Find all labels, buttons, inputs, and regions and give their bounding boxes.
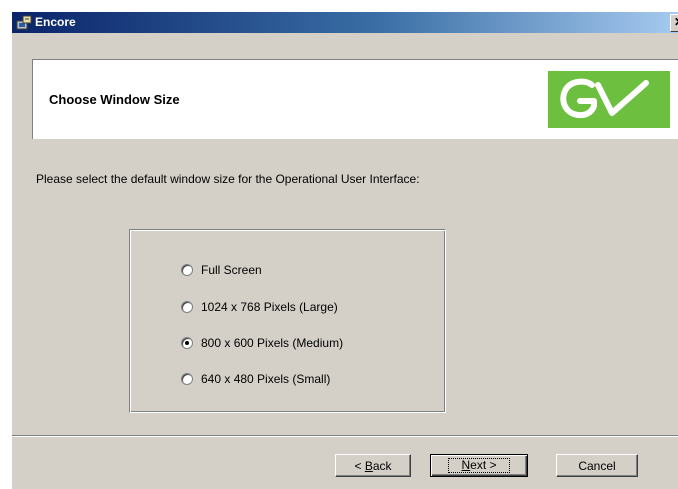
page-title: Choose Window Size	[49, 92, 180, 107]
installer-icon	[16, 15, 32, 30]
radio-selected-dot-icon	[185, 341, 189, 345]
next-button-label: Next >	[448, 458, 510, 473]
instruction-text: Please select the default window size fo…	[36, 172, 420, 186]
radio-button[interactable]	[181, 264, 193, 276]
close-button[interactable]: ✕	[670, 14, 678, 32]
wizard-header: Choose Window Size GV	[32, 59, 678, 139]
radio-1024x768[interactable]: 1024 x 768 Pixels (Large)	[181, 299, 338, 315]
radio-640x480[interactable]: 640 x 480 Pixels (Small)	[181, 371, 330, 387]
radio-button-selected[interactable]	[181, 337, 193, 349]
radio-800x600[interactable]: 800 x 600 Pixels (Medium)	[181, 335, 343, 351]
cancel-button[interactable]: Cancel	[556, 454, 638, 477]
window-title: Encore	[35, 15, 76, 29]
radio-full-screen[interactable]: Full Screen	[181, 262, 262, 278]
radio-label: 800 x 600 Pixels (Medium)	[201, 336, 344, 350]
radio-label: Full Screen	[201, 263, 262, 277]
gv-logo: GV	[548, 71, 670, 128]
close-icon: ✕	[674, 15, 678, 29]
window-size-group: Full Screen 1024 x 768 Pixels (Large) 80…	[129, 229, 446, 413]
back-button[interactable]: < Back	[335, 454, 411, 477]
title-bar[interactable]: Encore ✕	[12, 12, 678, 33]
radio-button[interactable]	[181, 301, 193, 313]
back-button-label: < Back	[354, 458, 392, 473]
next-button[interactable]: Next >	[430, 454, 528, 477]
installer-dialog: Encore ✕ Choose Window Size GV Please se…	[12, 12, 678, 489]
footer-divider	[12, 435, 678, 437]
radio-label: 640 x 480 Pixels (Small)	[201, 372, 331, 386]
radio-button[interactable]	[181, 373, 193, 385]
radio-label: 1024 x 768 Pixels (Large)	[201, 300, 338, 314]
